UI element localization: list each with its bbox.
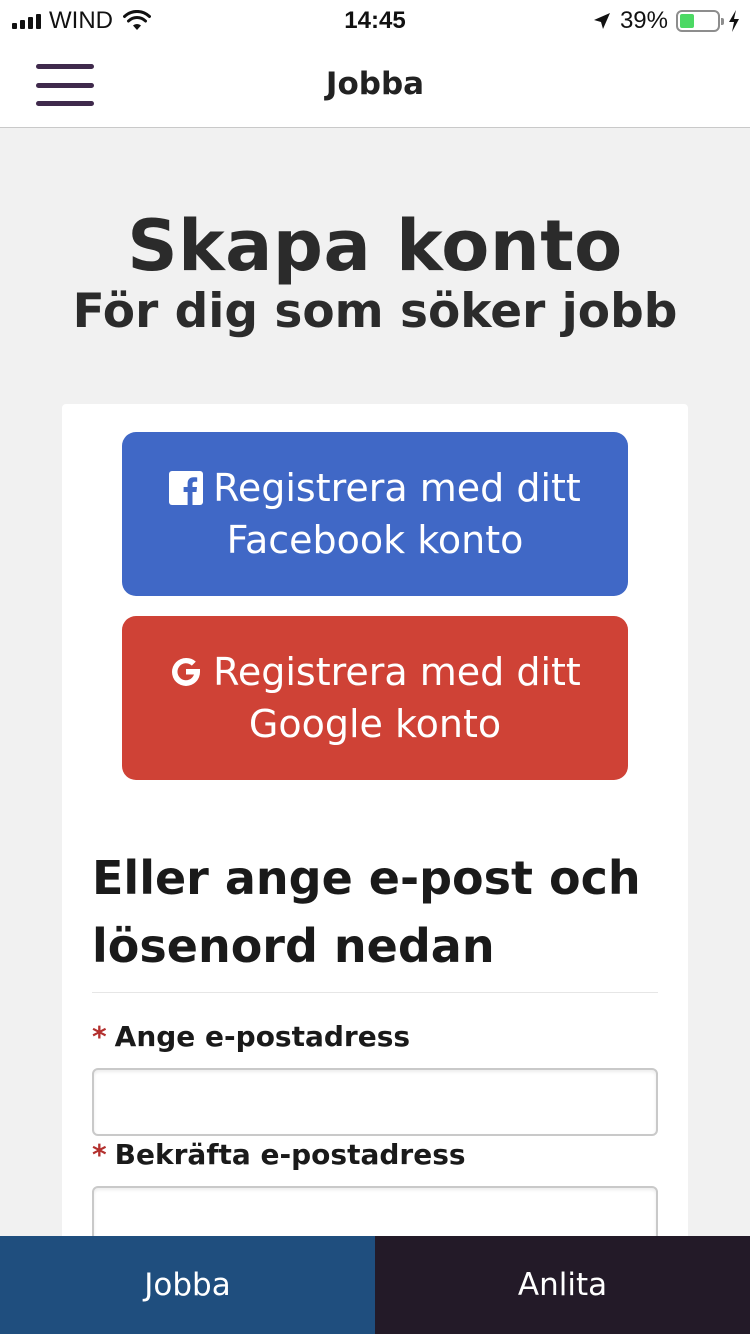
status-bar: WIND 14:45 39% <box>0 0 750 40</box>
status-right: 39% <box>592 7 740 35</box>
google-button-content: Registrera med ditt Google konto <box>152 646 598 750</box>
header-title: Jobba <box>325 66 425 102</box>
page-subtitle: För dig som söker jobb <box>72 284 678 339</box>
required-marker: * <box>92 1138 107 1171</box>
confirm-email-label: * Bekräfta e-postadress <box>92 1138 466 1171</box>
battery-icon <box>676 10 724 32</box>
charging-bolt-icon <box>729 10 739 32</box>
email-label-text: Ange e-postadress <box>114 1020 411 1053</box>
battery-fill <box>680 14 695 28</box>
facebook-button-label: Registrera med ditt Facebook konto <box>213 466 581 562</box>
google-register-button[interactable]: Registrera med ditt Google konto <box>122 616 628 780</box>
email-section-heading: Eller ange e-post och lösenord nedan <box>92 844 658 993</box>
facebook-icon <box>169 471 204 505</box>
facebook-button-content: Registrera med ditt Facebook konto <box>152 462 598 566</box>
page-title: Skapa konto <box>127 205 623 287</box>
google-button-label: Registrera med ditt Google konto <box>213 650 581 746</box>
email-input[interactable] <box>92 1068 658 1136</box>
battery-percent: 39% <box>619 7 668 34</box>
tab-jobba[interactable]: Jobba <box>0 1236 375 1334</box>
google-icon <box>172 657 201 686</box>
signup-card: Registrera med ditt Facebook konto Regis… <box>62 404 688 1304</box>
facebook-register-button[interactable]: Registrera med ditt Facebook konto <box>122 432 628 596</box>
email-label: * Ange e-postadress <box>92 1020 410 1053</box>
app-header: Jobba <box>0 40 750 128</box>
confirm-email-label-text: Bekräfta e-postadress <box>114 1138 466 1171</box>
bottom-tab-bar: Jobba Anlita <box>0 1236 750 1334</box>
required-marker: * <box>92 1020 107 1053</box>
tab-anlita[interactable]: Anlita <box>375 1236 750 1334</box>
location-arrow-icon <box>593 13 610 29</box>
